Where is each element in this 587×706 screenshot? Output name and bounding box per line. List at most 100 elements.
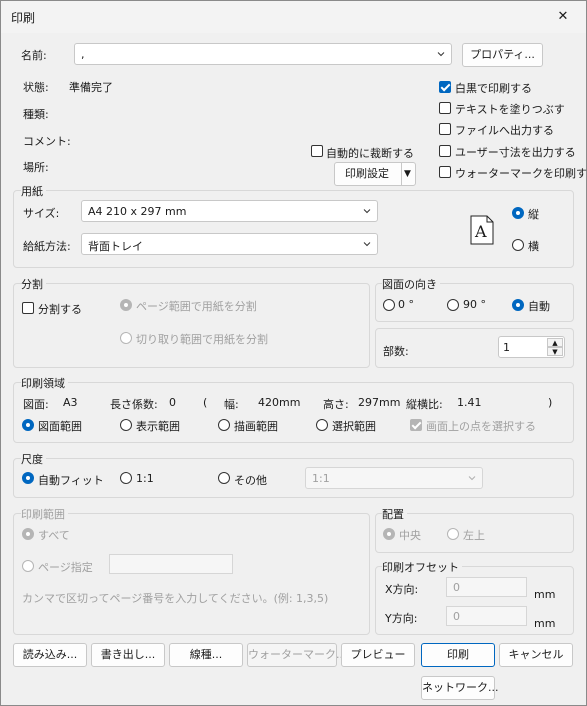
paper-size-select[interactable]: A4 210 x 297 mm	[81, 200, 378, 222]
placement-top-left-radio[interactable]	[447, 528, 459, 540]
orientation-0-radio[interactable]	[383, 299, 395, 311]
printer-name-select[interactable]: ,	[74, 43, 452, 65]
scale-other-radio[interactable]	[218, 472, 230, 484]
split-checkbox[interactable]	[22, 302, 34, 314]
offset-y-input[interactable]: 0	[446, 606, 527, 626]
stepper-down-icon[interactable]: ▼	[547, 347, 563, 356]
load-button[interactable]: 読み込み...	[13, 643, 87, 667]
pick-points-label: 画面上の点を選択する	[426, 420, 536, 433]
split-group-label: 分割	[21, 276, 46, 292]
paper-feed-value: 背面トレイ	[88, 240, 143, 253]
split-group	[13, 283, 370, 368]
split-by-page-range-label: ページ範囲で用紙を分割	[136, 300, 257, 313]
split-by-page-range-radio[interactable]	[120, 299, 132, 311]
sheet-value: A3	[63, 396, 78, 409]
pick-points-checkbox[interactable]	[410, 419, 422, 431]
user-dimensions-checkbox[interactable]	[439, 145, 451, 157]
split-by-crop-range-radio[interactable]	[120, 332, 132, 344]
chevron-down-icon	[363, 209, 371, 214]
range-draw-radio[interactable]	[218, 419, 230, 431]
orientation-90-radio[interactable]	[447, 299, 459, 311]
scale-other-select[interactable]: 1:1	[305, 467, 483, 489]
save-button[interactable]: 書き出し...	[91, 643, 165, 667]
paper-feed-label: 給紙方法:	[23, 240, 71, 253]
placement-group-label: 配置	[382, 506, 407, 522]
fill-text-checkbox[interactable]	[439, 102, 451, 114]
watermark-checkbox[interactable]	[439, 166, 451, 178]
range-display-radio[interactable]	[120, 419, 132, 431]
placement-center-radio[interactable]	[383, 528, 395, 540]
copies-label: 部数:	[383, 345, 409, 358]
print-settings-button[interactable]: 印刷設定 ▼	[334, 162, 416, 186]
print-area-group-label: 印刷領域	[21, 375, 68, 391]
printer-name-value: ,	[81, 48, 85, 61]
scale-1-1-label: 1:1	[136, 472, 154, 485]
copies-value: 1	[503, 341, 510, 354]
landscape-radio[interactable]	[512, 239, 524, 251]
scale-factor-label: 長さ係数:	[110, 398, 158, 411]
stepper-up-icon[interactable]: ▲	[547, 338, 563, 347]
range-draw-label: 描画範囲	[234, 420, 278, 433]
status-label: 状態:	[23, 81, 49, 94]
page-range-input[interactable]	[109, 554, 233, 574]
range-drawing-radio[interactable]	[22, 419, 34, 431]
dropdown-arrow-icon[interactable]: ▼	[404, 163, 411, 185]
offset-x-input[interactable]: 0	[446, 577, 527, 597]
print-button[interactable]: 印刷	[421, 643, 495, 667]
line-type-button[interactable]: 線種...	[169, 643, 243, 667]
watermark-button[interactable]: ウォーターマーク...	[247, 643, 347, 667]
print-settings-label: 印刷設定	[345, 167, 389, 180]
paper-size-label: サイズ:	[23, 207, 60, 220]
landscape-label: 横	[528, 240, 539, 253]
title-bar: 印刷 ✕	[1, 1, 586, 33]
page-range-group-label: 印刷範囲	[21, 506, 68, 522]
auto-cut-label: 自動的に裁断する	[326, 147, 414, 160]
portrait-label: 縦	[528, 208, 539, 221]
offset-y-label: Y方向:	[385, 612, 418, 625]
offset-group-label: 印刷オフセット	[382, 559, 462, 575]
cancel-button[interactable]: キャンセル	[499, 643, 573, 667]
orientation-group-label: 図面の向き	[382, 276, 440, 292]
width-value: 420mm	[258, 396, 301, 409]
printer-name-label: 名前:	[21, 49, 47, 62]
properties-button[interactable]: プロパティ...	[462, 43, 543, 67]
close-icon[interactable]: ✕	[540, 1, 586, 33]
range-drawing-label: 図面範囲	[38, 420, 82, 433]
aspect-ratio-value: 1.41	[457, 396, 482, 409]
height-label: 高さ:	[323, 398, 349, 411]
monochrome-checkbox[interactable]	[439, 81, 451, 93]
range-select-radio[interactable]	[316, 419, 328, 431]
scale-1-1-radio[interactable]	[120, 472, 132, 484]
status-value: 準備完了	[69, 81, 113, 94]
range-display-label: 表示範囲	[136, 420, 180, 433]
orientation-auto-radio[interactable]	[512, 299, 524, 311]
open-paren: (	[203, 396, 208, 409]
copies-stepper[interactable]: 1 ▲ ▼	[498, 336, 565, 358]
split-divider	[401, 163, 402, 185]
print-to-file-checkbox[interactable]	[439, 123, 451, 135]
page-range-specify-radio[interactable]	[22, 560, 34, 572]
user-dimensions-label: ユーザー寸法を出力する	[455, 146, 576, 159]
auto-cut-checkbox[interactable]	[311, 145, 323, 157]
paper-feed-select[interactable]: 背面トレイ	[81, 233, 378, 255]
portrait-radio[interactable]	[512, 207, 524, 219]
scale-auto-fit-radio[interactable]	[22, 472, 34, 484]
monochrome-label: 白黒で印刷する	[455, 82, 532, 95]
watermark-label: ウォーターマークを印刷する	[455, 167, 587, 180]
orientation-0-label: 0 °	[398, 298, 414, 311]
page-range-all-radio[interactable]	[22, 528, 34, 540]
paper-group-label: 用紙	[21, 183, 46, 199]
offset-y-unit: mm	[534, 617, 556, 630]
paper-size-value: A4 210 x 297 mm	[88, 205, 187, 218]
orientation-90-label: 90 °	[463, 298, 486, 311]
network-button[interactable]: ネットワーク...	[421, 676, 499, 700]
offset-x-value: 0	[453, 581, 460, 594]
window-title: 印刷	[11, 11, 36, 25]
preview-button[interactable]: プレビュー	[341, 643, 415, 667]
chevron-down-icon	[363, 242, 371, 247]
close-paren: )	[548, 396, 553, 409]
page-range-all-label: すべて	[38, 529, 70, 542]
fill-text-label: テキストを塗りつぶす	[455, 103, 565, 116]
scale-other-label: その他	[234, 474, 267, 487]
print-dialog: 印刷 ✕ 名前: , プロパティ... 状態: 準備完了 種類: コメント: 場…	[0, 0, 587, 706]
